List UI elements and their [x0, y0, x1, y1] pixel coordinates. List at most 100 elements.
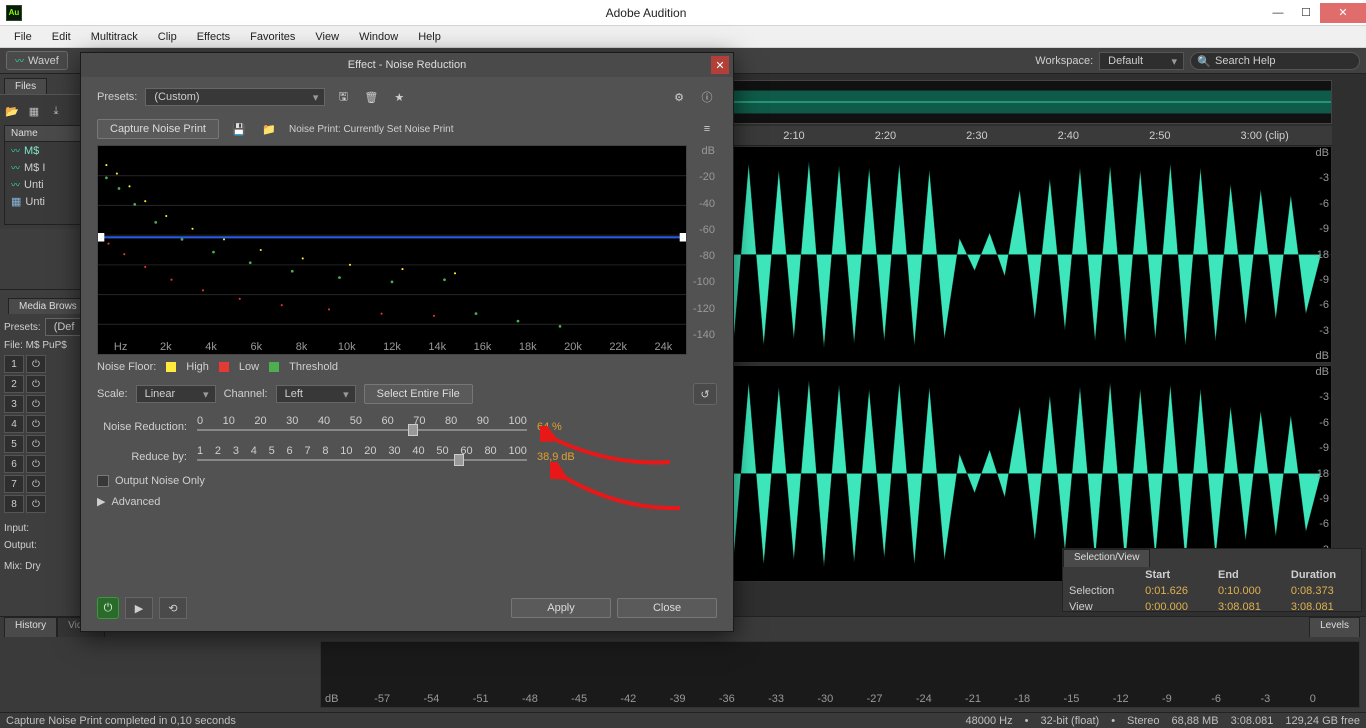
rack-slot[interactable]: 8	[4, 495, 24, 513]
import-icon[interactable]: ⤓	[48, 103, 64, 119]
menu-clip[interactable]: Clip	[148, 29, 187, 45]
threshold-color-swatch	[269, 362, 279, 372]
status-message: Capture Noise Print completed in 0,10 se…	[6, 715, 236, 727]
menu-view[interactable]: View	[305, 29, 349, 45]
noise-floor-legend: Noise Floor: High Low Threshold	[97, 361, 717, 373]
rack-slot[interactable]: 4	[4, 415, 24, 433]
selection-duration[interactable]: 0:08.373	[1285, 583, 1361, 599]
tab-media-browser[interactable]: Media Brows	[8, 298, 88, 314]
rack-power[interactable]: ⏻	[26, 415, 46, 433]
rack-power[interactable]: ⏻	[26, 475, 46, 493]
status-duration: 3:08.081	[1231, 715, 1274, 727]
rack-slot[interactable]: 7	[4, 475, 24, 493]
loop-preview-button[interactable]: ⟲	[159, 597, 187, 619]
rack-slot[interactable]: 1	[4, 355, 24, 373]
tab-files[interactable]: Files	[4, 78, 47, 94]
expand-icon[interactable]: ▶	[97, 495, 105, 508]
apply-button[interactable]: Apply	[511, 598, 611, 618]
rack-power[interactable]: ⏻	[26, 395, 46, 413]
status-disk-free: 129,24 GB free	[1285, 715, 1360, 727]
reduce-by-label: Reduce by:	[97, 451, 187, 463]
search-placeholder: Search Help	[1215, 55, 1276, 67]
rack-power[interactable]: ⏻	[26, 495, 46, 513]
delete-preset-icon[interactable]: 🗑	[361, 87, 381, 107]
selection-start[interactable]: 0:01.626	[1139, 583, 1212, 599]
dialog-close-button[interactable]: ✕	[711, 56, 729, 74]
multitrack-icon: ▦	[11, 195, 21, 208]
rack-slot[interactable]: 6	[4, 455, 24, 473]
open-file-icon[interactable]: 📂	[4, 103, 20, 119]
db-scale-left: dB-3-6-9-18-9-6-3dB	[1303, 147, 1329, 362]
rack-slot[interactable]: 5	[4, 435, 24, 453]
noise-reduction-dialog: Effect - Noise Reduction ✕ Presets: (Cus…	[80, 52, 734, 632]
noise-reduction-slider[interactable]: 0102030405060708090100	[197, 415, 527, 439]
output-noise-only-label: Output Noise Only	[115, 475, 205, 487]
col-start: Start	[1139, 567, 1212, 583]
levels-meter: dB -57-54-51-48-45-42-39-36-33-30-27-24-…	[320, 641, 1360, 708]
noise-print-label: Noise Print: Currently Set Noise Print	[289, 124, 454, 135]
select-entire-file-button[interactable]: Select Entire File	[364, 384, 473, 404]
tab-selection-view[interactable]: Selection/View	[1063, 549, 1150, 567]
menu-favorites[interactable]: Favorites	[240, 29, 305, 45]
selection-end[interactable]: 0:10.000	[1212, 583, 1285, 599]
rack-slot[interactable]: 2	[4, 375, 24, 393]
rack-power[interactable]: ⏻	[26, 455, 46, 473]
app-icon: Au	[6, 5, 22, 21]
row-selection-label: Selection	[1063, 583, 1139, 599]
menu-effects[interactable]: Effects	[187, 29, 240, 45]
workspace-select[interactable]: Default	[1099, 52, 1184, 70]
channel-select[interactable]: Left	[276, 385, 356, 403]
low-color-swatch	[219, 362, 229, 372]
scale-select[interactable]: Linear	[136, 385, 216, 403]
noise-reduction-value[interactable]: 64 %	[537, 421, 562, 433]
save-preset-icon[interactable]: 🖫	[333, 87, 353, 107]
preview-play-button[interactable]: ▶	[125, 597, 153, 619]
tab-history[interactable]: History	[4, 617, 57, 637]
presets-select[interactable]: (Custom)	[145, 88, 325, 106]
capture-noise-print-button[interactable]: Capture Noise Print	[97, 119, 219, 139]
menu-window[interactable]: Window	[349, 29, 408, 45]
effect-power-toggle[interactable]: ⏻	[97, 597, 119, 619]
close-button[interactable]: Close	[617, 598, 717, 618]
window-close-button[interactable]: ✕	[1320, 3, 1366, 23]
view-start[interactable]: 0:00.000	[1139, 599, 1212, 615]
tab-levels[interactable]: Levels	[1309, 617, 1360, 637]
status-channels: Stereo	[1127, 715, 1159, 727]
rack-power[interactable]: ⏻	[26, 435, 46, 453]
tab-waveform[interactable]: 〰Wavef	[6, 51, 68, 70]
waveform-icon: 〰	[11, 178, 20, 191]
output-noise-only-checkbox[interactable]	[97, 475, 109, 487]
load-noise-print-icon[interactable]: 📁	[259, 119, 279, 139]
statusbar: Capture Noise Print completed in 0,10 se…	[0, 712, 1366, 728]
window-title: Adobe Audition	[28, 6, 1264, 20]
dialog-title: Effect - Noise Reduction ✕	[81, 53, 733, 77]
status-memory: 68,88 MB	[1171, 715, 1218, 727]
info-icon[interactable]: ⓘ	[697, 87, 717, 107]
reduce-by-value[interactable]: 38,9 dB	[537, 451, 575, 463]
menubar: File Edit Multitrack Clip Effects Favori…	[0, 26, 1366, 48]
window-minimize-button[interactable]: —	[1264, 3, 1292, 23]
favorite-icon[interactable]: ★	[389, 87, 409, 107]
window-maximize-button[interactable]: ☐	[1292, 3, 1320, 23]
rack-power[interactable]: ⏻	[26, 355, 46, 373]
view-duration[interactable]: 3:08.081	[1285, 599, 1361, 615]
search-icon: 🔍	[1197, 55, 1211, 68]
noise-print-spectrum[interactable]: Hz2k4k6k8k10k12k14k16k18k20k22k24k	[97, 145, 687, 355]
new-file-icon[interactable]: ▦	[26, 103, 42, 119]
rack-slot[interactable]: 3	[4, 395, 24, 413]
presets-label: Presets:	[4, 322, 41, 333]
advanced-label[interactable]: Advanced	[111, 496, 160, 508]
settings-icon[interactable]: ⚙	[669, 87, 689, 107]
menu-file[interactable]: File	[4, 29, 42, 45]
menu-help[interactable]: Help	[408, 29, 451, 45]
graph-menu-icon[interactable]: ≡	[697, 119, 717, 139]
rack-power[interactable]: ⏻	[26, 375, 46, 393]
menu-multitrack[interactable]: Multitrack	[81, 29, 148, 45]
col-duration: Duration	[1285, 567, 1361, 583]
menu-edit[interactable]: Edit	[42, 29, 81, 45]
save-noise-print-icon[interactable]: 💾	[229, 119, 249, 139]
reduce-by-slider[interactable]: 1234567810203040506080100	[197, 445, 527, 469]
view-end[interactable]: 3:08.081	[1212, 599, 1285, 615]
reset-curve-button[interactable]: ↺	[693, 383, 717, 405]
search-help-input[interactable]: 🔍 Search Help	[1190, 52, 1360, 70]
